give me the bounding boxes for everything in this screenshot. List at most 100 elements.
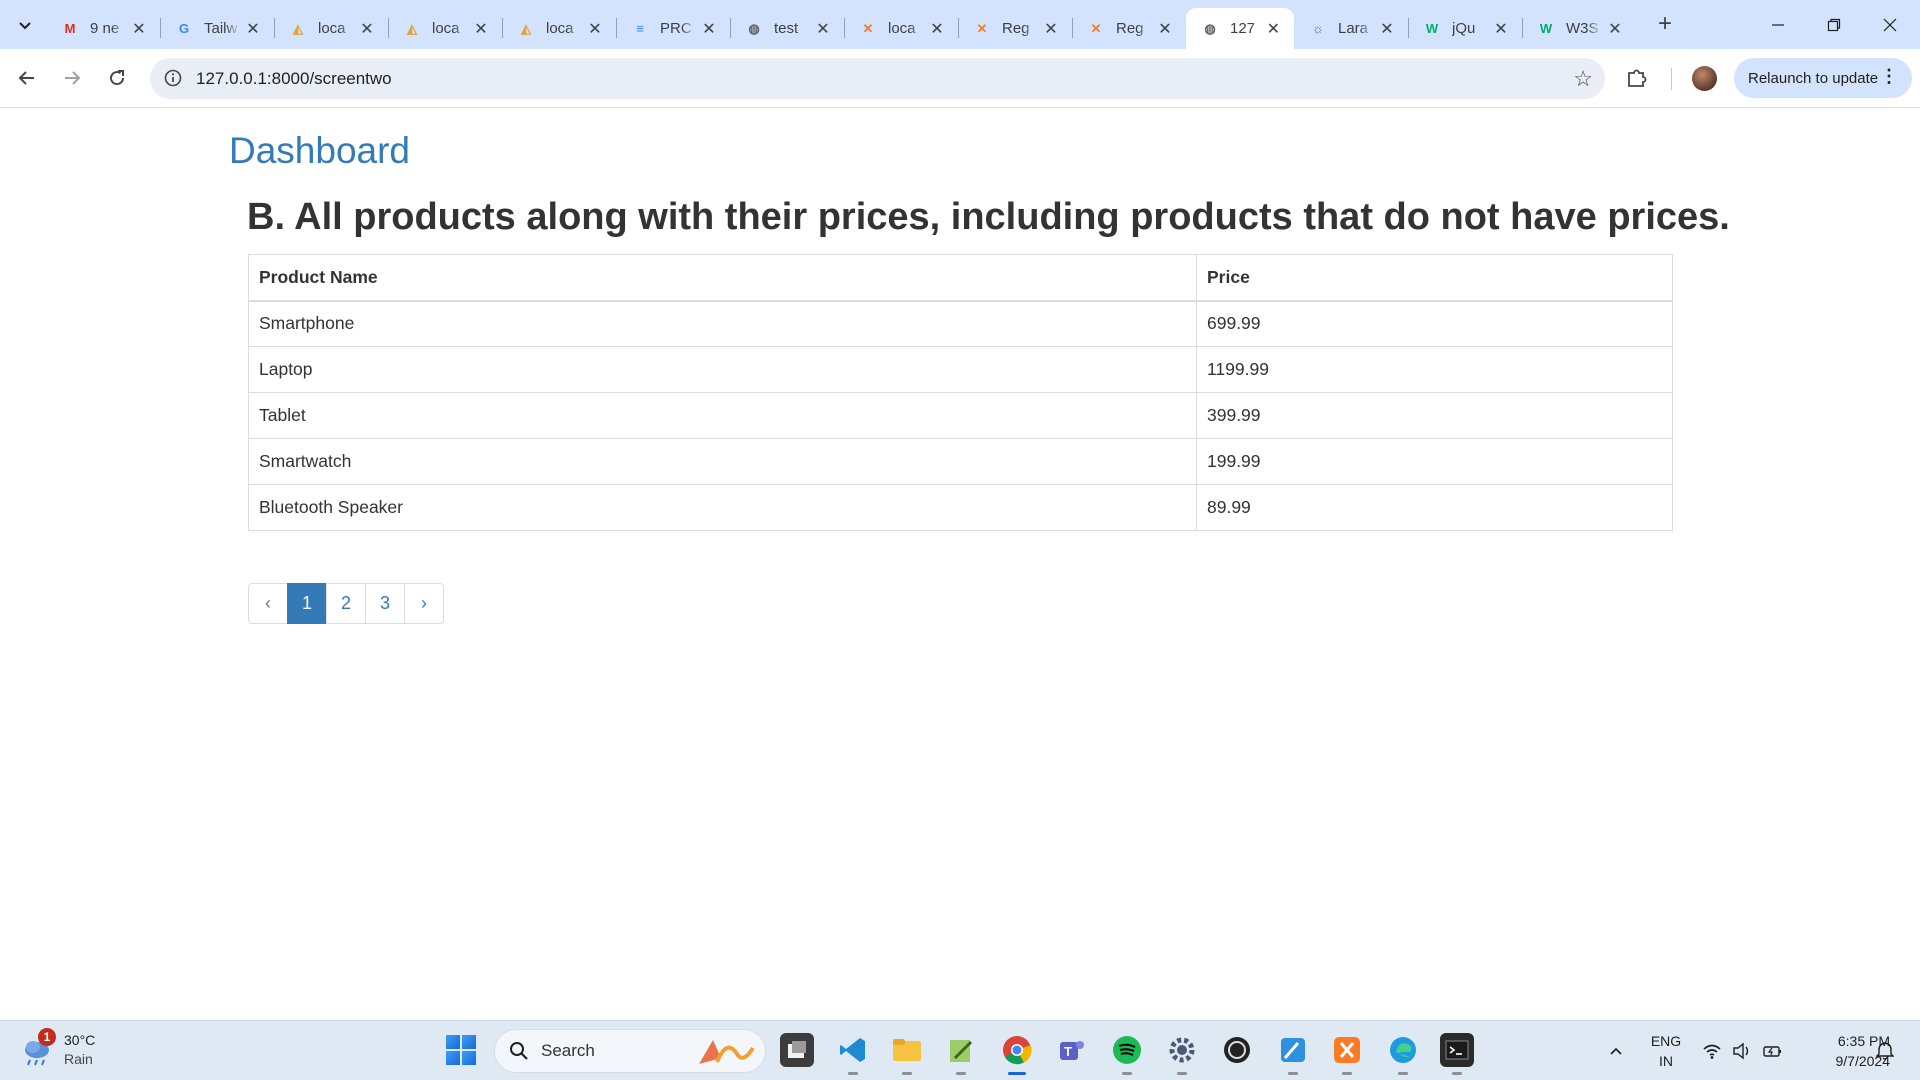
clock[interactable]: 6:35 PM 9/7/2024 — [1790, 1031, 1891, 1071]
pagination-next[interactable]: › — [404, 583, 444, 624]
tab-close-icon[interactable]: ✕ — [928, 19, 946, 39]
back-arrow-icon[interactable] — [11, 62, 43, 94]
new-tab-plus-icon[interactable]: + — [1651, 10, 1679, 38]
bookmark-star-icon[interactable]: ☆ — [1573, 66, 1593, 92]
tab-close-icon[interactable]: ✕ — [1156, 19, 1174, 39]
pagination-page-2[interactable]: 2 — [326, 583, 366, 624]
address-bar[interactable]: 127.0.0.1:8000/screentwo ☆ — [150, 58, 1605, 99]
tab-13[interactable]: W W3S ✕ — [1522, 8, 1636, 49]
table-row: Bluetooth Speaker 89.99 — [248, 484, 1673, 531]
tab-12[interactable]: WjQu ✕ — [1408, 8, 1522, 49]
globe-icon: ◍ — [748, 20, 760, 36]
tab-close-icon[interactable]: ✕ — [244, 19, 262, 39]
show-hidden-icons-chevron-icon[interactable] — [1608, 1021, 1624, 1080]
tab-5[interactable]: ≡ PRC ✕ — [616, 8, 730, 49]
tab-close-icon[interactable]: ✕ — [1042, 19, 1060, 39]
restore-icon[interactable] — [1806, 0, 1862, 49]
phpmyadmin-icon: ◭ — [521, 20, 531, 36]
tab-title: loca — [546, 20, 574, 37]
extensions-puzzle-icon[interactable] — [1622, 64, 1652, 94]
relaunch-to-update-button[interactable]: Relaunch to update ⋮ — [1734, 58, 1912, 98]
paint-icon[interactable] — [1276, 1033, 1310, 1075]
profile-avatar[interactable] — [1692, 66, 1717, 91]
products-table: Product Name Price Smartphone 699.99 Lap… — [248, 254, 1673, 531]
url-text[interactable]: 127.0.0.1:8000/screentwo — [196, 69, 392, 89]
table-row: Tablet 399.99 — [248, 392, 1673, 439]
gmail-icon: M — [64, 21, 76, 36]
tab-close-icon[interactable]: ✕ — [1492, 19, 1510, 39]
settings-gear-icon[interactable] — [1165, 1033, 1199, 1075]
battery-charging-icon — [1763, 1046, 1781, 1057]
tab-11[interactable]: ☼ Lara ✕ — [1294, 8, 1408, 49]
globe-icon: ◍ — [1204, 20, 1216, 36]
site-info-icon[interactable] — [162, 67, 184, 89]
teams-icon[interactable]: T — [1054, 1033, 1088, 1067]
pagination-page-3[interactable]: 3 — [365, 583, 405, 624]
tab-9[interactable]: ✕ Reg ✕ — [1072, 8, 1186, 49]
tab-close-icon[interactable]: ✕ — [1606, 19, 1624, 39]
tab-2[interactable]: ◭ loca ✕ — [274, 8, 388, 49]
xampp-icon: ✕ — [862, 20, 874, 36]
forward-arrow-icon[interactable] — [56, 62, 88, 94]
tab-4[interactable]: ◭ loca ✕ — [502, 8, 616, 49]
pagination-page-1[interactable]: 1 — [287, 583, 327, 624]
tab-1[interactable]: G Tailw ✕ — [160, 8, 274, 49]
tab-search-chevron-icon[interactable] — [10, 10, 40, 40]
tab-close-icon[interactable]: ✕ — [358, 19, 376, 39]
price-cell: 399.99 — [1196, 392, 1673, 439]
obs-icon[interactable] — [1220, 1033, 1254, 1067]
w3schools-icon: W — [1539, 21, 1553, 36]
windows-start-icon[interactable] — [446, 1035, 476, 1065]
tab-title: Reg — [1002, 20, 1030, 37]
notepad-plus-icon[interactable] — [944, 1033, 978, 1075]
tab-close-icon[interactable]: ✕ — [1265, 19, 1282, 39]
file-explorer-icon[interactable] — [890, 1033, 924, 1075]
quick-settings[interactable] — [1702, 1021, 1784, 1080]
sun-icon: ☼ — [1312, 21, 1324, 36]
tab-close-icon[interactable]: ✕ — [814, 19, 832, 39]
weather-widget[interactable]: 1 30°C Rain — [20, 1028, 95, 1069]
clock-time: 6:35 PM — [1837, 1033, 1890, 1049]
tab-close-icon[interactable]: ✕ — [700, 19, 718, 39]
question-heading: B. All products along with their prices,… — [247, 196, 1730, 238]
table-header-row: Product Name Price — [248, 254, 1673, 302]
product-name-cell: Smartwatch — [248, 438, 1197, 485]
table-row: Smartwatch 199.99 — [248, 438, 1673, 485]
dashboard-link[interactable]: Dashboard — [229, 130, 410, 172]
more-menu-icon[interactable]: ⋮ — [1880, 66, 1898, 87]
pagination: ‹ 1 2 3 › — [248, 583, 444, 624]
spotify-icon[interactable] — [1110, 1033, 1144, 1075]
tab-close-icon[interactable]: ✕ — [1378, 19, 1396, 39]
tab-6[interactable]: ◍ test ✕ — [730, 8, 844, 49]
task-view-icon[interactable] — [780, 1033, 814, 1067]
chrome-icon[interactable] — [1000, 1033, 1034, 1075]
tab-title: loca — [888, 20, 916, 37]
tab-8[interactable]: ✕ Reg ✕ — [958, 8, 1072, 49]
notification-bell-icon[interactable] — [1876, 1021, 1894, 1080]
taskbar-search[interactable]: Search — [494, 1029, 766, 1073]
toolbar-divider — [1671, 68, 1672, 90]
tab-7[interactable]: ✕ loca ✕ — [844, 8, 958, 49]
tab-title: Lara — [1338, 20, 1369, 37]
language-indicator[interactable]: ENG IN — [1648, 1031, 1684, 1071]
tab-10[interactable]: ◍ 127 ✕ — [1186, 8, 1294, 49]
edge-icon[interactable] — [1386, 1033, 1420, 1075]
pagination-prev[interactable]: ‹ — [248, 583, 288, 624]
tab-0[interactable]: M 9 ne ✕ — [46, 8, 160, 49]
tab-close-icon[interactable]: ✕ — [130, 19, 148, 39]
reload-icon[interactable] — [101, 62, 133, 94]
terminal-icon[interactable] — [1440, 1033, 1474, 1075]
rain-cloud-icon: 1 — [20, 1028, 56, 1068]
tab-close-icon[interactable]: ✕ — [586, 19, 604, 39]
vscode-icon[interactable] — [836, 1033, 870, 1075]
google-icon: G — [178, 21, 190, 36]
xampp-icon[interactable] — [1330, 1033, 1364, 1075]
search-highlight-icon — [699, 1040, 755, 1064]
language-code: ENG — [1650, 1033, 1682, 1049]
close-window-icon[interactable] — [1862, 0, 1918, 49]
taskbar: 1 30°C Rain Search T ENG IN 6:35 PM 9/7/… — [0, 1020, 1920, 1080]
minimize-icon[interactable] — [1750, 0, 1806, 49]
tab-3[interactable]: ◭ loca ✕ — [388, 8, 502, 49]
tab-close-icon[interactable]: ✕ — [472, 19, 490, 39]
wifi-icon — [1703, 1044, 1721, 1059]
